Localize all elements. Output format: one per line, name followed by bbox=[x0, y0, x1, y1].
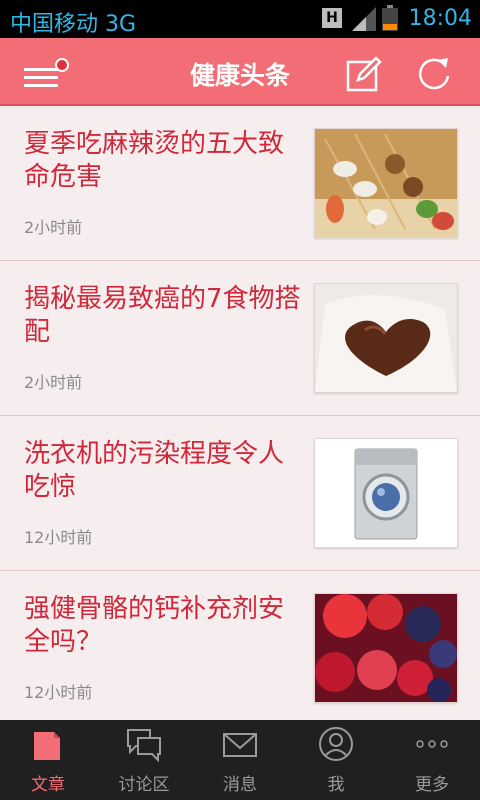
article-time: 2小时前 bbox=[24, 218, 83, 237]
article-item[interactable]: 强健骨骼的钙补充剂安全吗？ 12小时前 bbox=[0, 571, 480, 720]
tab-label: 消息 bbox=[223, 775, 257, 795]
article-item[interactable]: 夏季吃麻辣烫的五大致命危害 2小时前 bbox=[0, 106, 480, 261]
app-header: 健康头条 bbox=[0, 38, 480, 106]
article-time: 12小时前 bbox=[24, 683, 93, 702]
network-type-icon: H bbox=[322, 8, 342, 28]
edit-icon[interactable] bbox=[346, 56, 382, 92]
more-icon bbox=[416, 740, 448, 748]
berries-photo bbox=[314, 593, 458, 703]
tab-article[interactable]: 文章 bbox=[0, 720, 96, 800]
article-list: 夏季吃麻辣烫的五大致命危害 2小时前 揭秘最易致癌的7食物搭配 2小时前 洗衣机… bbox=[0, 106, 480, 720]
tab-profile[interactable]: 我 bbox=[288, 720, 384, 800]
battery-icon bbox=[382, 5, 398, 31]
bottom-tab-bar: 文章 讨论区 消息 我 更多 bbox=[0, 720, 480, 800]
tab-label: 我 bbox=[327, 775, 345, 795]
signal-icon bbox=[352, 7, 376, 31]
article-item[interactable]: 揭秘最易致癌的7食物搭配 2小时前 bbox=[0, 261, 480, 416]
article-icon bbox=[34, 732, 60, 760]
tab-label: 文章 bbox=[31, 775, 65, 795]
page-title: 健康头条 bbox=[189, 61, 290, 90]
carrier-label: 中国移动 3G bbox=[10, 12, 137, 37]
message-icon bbox=[223, 733, 257, 757]
tab-label: 讨论区 bbox=[118, 775, 170, 795]
article-time: 2小时前 bbox=[24, 373, 83, 392]
washing-machine-photo bbox=[314, 438, 458, 548]
refresh-icon[interactable] bbox=[414, 54, 454, 94]
chocolate-heart-photo bbox=[314, 283, 458, 393]
tab-discussion[interactable]: 讨论区 bbox=[96, 720, 192, 800]
article-item[interactable]: 洗衣机的污染程度令人吃惊 12小时前 bbox=[0, 416, 480, 571]
article-title: 洗衣机的污染程度令人吃惊 bbox=[24, 439, 285, 502]
article-title: 揭秘最易致癌的7食物搭配 bbox=[24, 284, 301, 347]
status-bar: 中国移动 3G H 18:04 bbox=[0, 0, 480, 38]
article-title: 夏季吃麻辣烫的五大致命危害 bbox=[24, 129, 285, 192]
article-title: 强健骨骼的钙补充剂安全吗？ bbox=[24, 594, 285, 657]
tab-label: 更多 bbox=[415, 775, 449, 795]
tab-messages[interactable]: 消息 bbox=[192, 720, 288, 800]
clock: 18:04 bbox=[408, 6, 472, 31]
tab-more[interactable]: 更多 bbox=[384, 720, 480, 800]
discussion-icon bbox=[127, 729, 161, 762]
profile-icon bbox=[319, 727, 353, 761]
article-time: 12小时前 bbox=[24, 528, 93, 547]
skewers-photo bbox=[314, 128, 458, 238]
